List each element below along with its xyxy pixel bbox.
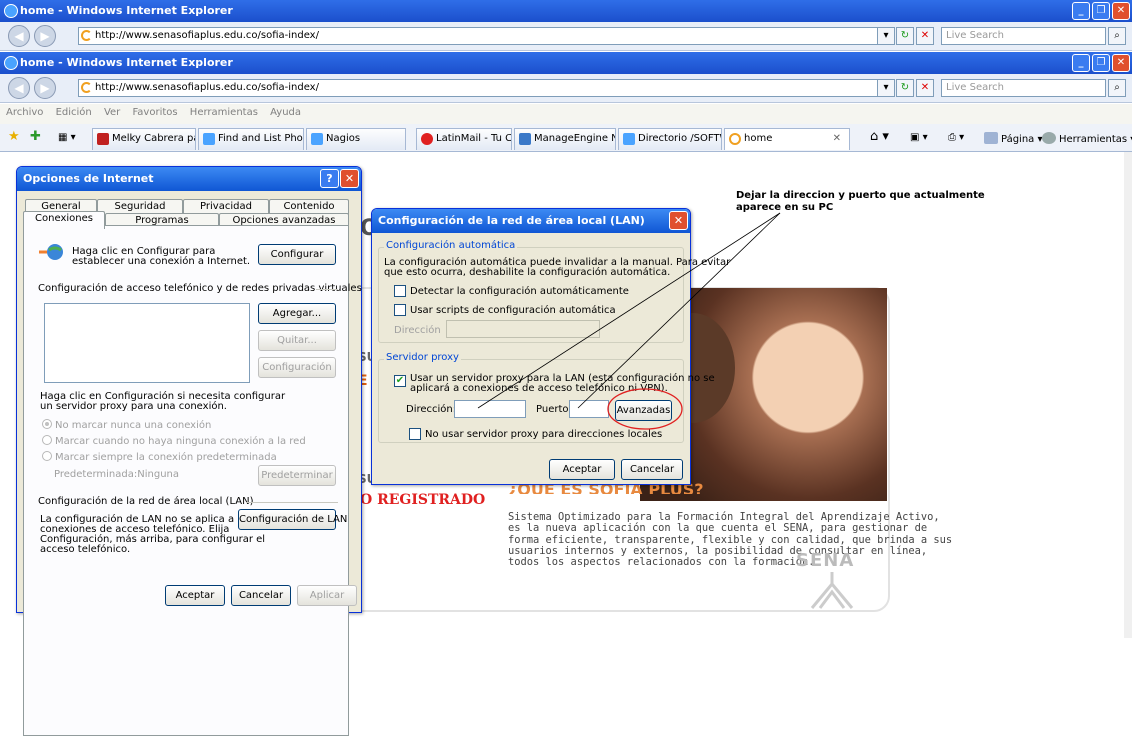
tab-conexiones[interactable]: Conexiones bbox=[23, 211, 105, 229]
advanced-highlight-ellipse bbox=[607, 388, 683, 430]
annotation-overlay bbox=[477, 212, 781, 430]
callout-line-port bbox=[577, 212, 781, 409]
callout-line-address bbox=[477, 212, 781, 409]
